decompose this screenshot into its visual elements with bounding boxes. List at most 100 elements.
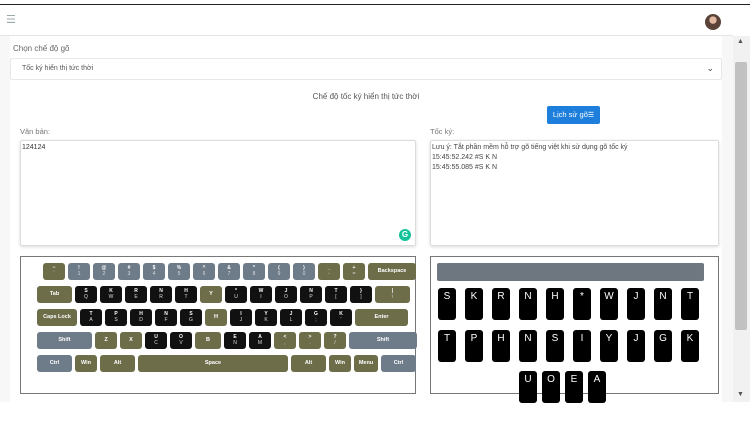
- key-n[interactable]: EN: [224, 332, 246, 349]
- key-x59[interactable]: G;: [305, 309, 327, 326]
- key-k[interactable]: YK: [255, 309, 277, 326]
- key-i[interactable]: WI: [250, 286, 272, 303]
- key-h[interactable]: H: [205, 309, 227, 326]
- key-5[interactable]: % 5: [168, 263, 190, 280]
- steno-key-g[interactable]: G: [654, 330, 672, 362]
- key-d[interactable]: HD: [130, 309, 152, 326]
- steno-key-n[interactable]: N: [519, 330, 537, 362]
- key-g[interactable]: SG: [180, 309, 202, 326]
- steno-key-star[interactable]: *: [573, 288, 591, 320]
- steno-key-e[interactable]: E: [565, 371, 583, 403]
- key-3[interactable]: #3: [118, 263, 140, 280]
- key-shift[interactable]: Shift: [37, 332, 92, 349]
- key-6[interactable]: ^ 6: [193, 263, 215, 280]
- key--[interactable]: _ -: [318, 263, 340, 280]
- key-b[interactable]: B: [195, 332, 221, 349]
- steno-key-r[interactable]: R: [492, 288, 510, 320]
- key-j[interactable]: IJ: [230, 309, 252, 326]
- steno-key-a[interactable]: A: [588, 371, 606, 403]
- key-p[interactable]: NP: [300, 286, 322, 303]
- grammarly-icon[interactable]: G: [399, 229, 411, 241]
- key-q[interactable]: SQ: [75, 286, 97, 303]
- key-caps-lock[interactable]: Caps Lock: [37, 309, 77, 326]
- steno-key-u[interactable]: U: [519, 371, 537, 403]
- steno-key-j[interactable]: J: [627, 330, 645, 362]
- key-x96[interactable]: ~ `: [43, 263, 65, 280]
- key-2[interactable]: @2: [93, 263, 115, 280]
- history-button[interactable]: Lịch sử gõ☰: [547, 106, 600, 124]
- steno-key-j[interactable]: J: [627, 288, 645, 320]
- hamburger-icon[interactable]: ☰: [6, 15, 16, 26]
- key-t[interactable]: HT: [175, 286, 197, 303]
- key-alt[interactable]: Alt: [291, 355, 326, 372]
- scroll-down-arrow-icon[interactable]: ▼: [737, 391, 744, 398]
- key-ctrl[interactable]: Ctrl: [381, 355, 416, 372]
- mode-select[interactable]: Tốc ký hiển thị tức thời ⌄: [10, 58, 722, 80]
- steno-key-s[interactable]: S: [438, 288, 456, 320]
- steno-number-bar[interactable]: [437, 263, 704, 281]
- key-shift[interactable]: Shift: [349, 332, 417, 349]
- scroll-up-arrow-icon[interactable]: ▲: [737, 38, 744, 45]
- key-alt[interactable]: Alt: [100, 355, 135, 372]
- key-4[interactable]: $4: [143, 263, 165, 280]
- key-x44[interactable]: <,: [274, 332, 296, 349]
- steno-key-w[interactable]: W: [600, 288, 618, 320]
- key-bottom-label: W: [108, 294, 114, 300]
- key-c[interactable]: UC: [145, 332, 167, 349]
- steno-key-p[interactable]: P: [465, 330, 483, 362]
- key-win[interactable]: Win: [329, 355, 351, 372]
- key-x91[interactable]: T[: [325, 286, 347, 303]
- key-x92[interactable]: | \: [375, 286, 410, 303]
- key-v[interactable]: OV: [170, 332, 192, 349]
- key-x39[interactable]: K ': [330, 309, 352, 326]
- key-1[interactable]: ! 1: [68, 263, 90, 280]
- key-y[interactable]: Y: [200, 286, 222, 303]
- key-backspace[interactable]: Backspace: [368, 263, 416, 280]
- key-ctrl[interactable]: Ctrl: [37, 355, 72, 372]
- key-w[interactable]: KW: [100, 286, 122, 303]
- steno-key-t[interactable]: T: [438, 330, 456, 362]
- key-o[interactable]: JO: [275, 286, 297, 303]
- key-u[interactable]: * U: [225, 286, 247, 303]
- key-8[interactable]: * 8: [243, 263, 265, 280]
- steno-key-k[interactable]: K: [465, 288, 483, 320]
- steno-key-o[interactable]: O: [542, 371, 560, 403]
- steno-output-area[interactable]: Lưu ý: Tắt phần mềm hỗ trợ gõ tiếng việt…: [430, 140, 719, 246]
- scrollbar[interactable]: ▲ ▼: [733, 36, 750, 402]
- key-7[interactable]: & 7: [218, 263, 240, 280]
- key-x[interactable]: X: [120, 332, 142, 349]
- steno-key-t[interactable]: T: [681, 288, 699, 320]
- avatar[interactable]: [705, 14, 721, 30]
- key-win[interactable]: Win: [75, 355, 97, 372]
- scroll-thumb[interactable]: [735, 62, 747, 330]
- key-9[interactable]: (9: [268, 263, 290, 280]
- key-enter[interactable]: Enter: [355, 309, 408, 326]
- key-s[interactable]: PS: [105, 309, 127, 326]
- key-x93[interactable]: }]: [350, 286, 372, 303]
- key-bottom-label: 5: [177, 271, 181, 277]
- key-r[interactable]: NR: [150, 286, 172, 303]
- key-x47[interactable]: ? /: [324, 332, 346, 349]
- steno-key-n[interactable]: N: [654, 288, 672, 320]
- steno-key-s[interactable]: S: [546, 330, 564, 362]
- steno-key-i[interactable]: I: [573, 330, 591, 362]
- steno-key-k[interactable]: K: [681, 330, 699, 362]
- key-m[interactable]: AM: [249, 332, 271, 349]
- steno-key-n[interactable]: N: [519, 288, 537, 320]
- key-tab[interactable]: Tab: [37, 286, 72, 303]
- steno-key-h[interactable]: H: [492, 330, 510, 362]
- key-space[interactable]: Space: [138, 355, 288, 372]
- steno-key-y[interactable]: Y: [600, 330, 618, 362]
- key-l[interactable]: JL: [280, 309, 302, 326]
- text-input-area[interactable]: 124124 G: [20, 140, 416, 246]
- key-e[interactable]: RE: [125, 286, 147, 303]
- key-x46[interactable]: >.: [299, 332, 321, 349]
- key-top-label: I: [240, 311, 242, 317]
- key-0[interactable]: ) 0: [293, 263, 315, 280]
- steno-key-h[interactable]: H: [546, 288, 564, 320]
- key-x61[interactable]: + =: [343, 263, 365, 280]
- key-z[interactable]: Z: [95, 332, 117, 349]
- key-f[interactable]: NF: [155, 309, 177, 326]
- key-a[interactable]: TA: [80, 309, 102, 326]
- key-menu[interactable]: Menu: [354, 355, 378, 372]
